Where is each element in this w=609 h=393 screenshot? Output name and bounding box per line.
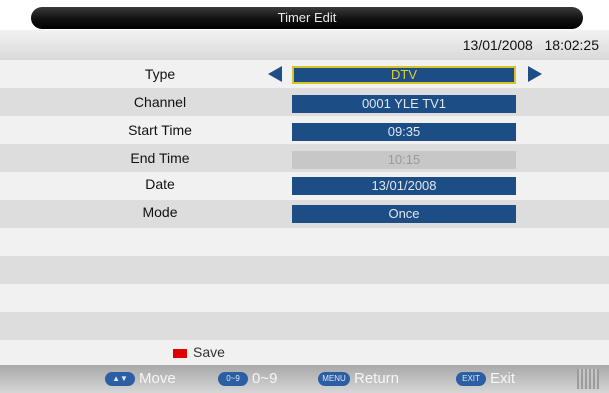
title-bar: Timer Edit bbox=[31, 7, 583, 29]
footer-decoration bbox=[0, 365, 40, 393]
exit-label: Exit bbox=[490, 370, 516, 387]
mode-field[interactable]: Once bbox=[292, 205, 516, 223]
date-label: Date bbox=[145, 176, 175, 192]
return-label: Return bbox=[354, 370, 400, 387]
channel-field[interactable]: 0001 YLE TV1 bbox=[292, 95, 516, 113]
empty-row bbox=[0, 228, 609, 256]
timer-edit-screen: Timer Edit 13/01/2008 18:02:25 Type Chan… bbox=[0, 0, 609, 393]
end-time-field: 10:15 bbox=[292, 151, 516, 169]
save-label: Save bbox=[193, 344, 225, 360]
footer-grip-icon bbox=[577, 369, 599, 389]
arrow-left-icon[interactable] bbox=[268, 66, 282, 82]
current-datetime: 13/01/2008 18:02:25 bbox=[462, 37, 599, 53]
end-time-label: End Time bbox=[130, 150, 190, 166]
empty-row bbox=[0, 340, 609, 365]
type-label: Type bbox=[144, 66, 176, 82]
empty-row bbox=[0, 284, 609, 312]
date-field[interactable]: 13/01/2008 bbox=[292, 177, 516, 195]
red-key-icon bbox=[173, 349, 187, 358]
empty-row bbox=[0, 256, 609, 284]
start-time-label: Start Time bbox=[128, 122, 192, 138]
move-label: Move bbox=[139, 370, 176, 387]
empty-row bbox=[0, 312, 609, 340]
footer-bar: ▲▼ Move 0~9 0~9 MENU Return EXIT Exit bbox=[0, 365, 609, 393]
datetime-row: 13/01/2008 18:02:25 bbox=[0, 30, 609, 60]
mode-label: Mode bbox=[142, 204, 178, 220]
menu-key-icon: MENU bbox=[318, 372, 350, 386]
type-selector[interactable]: DTV bbox=[292, 66, 516, 84]
channel-label: Channel bbox=[133, 94, 187, 110]
digits-key-icon: 0~9 bbox=[218, 372, 248, 386]
up-down-key-icon: ▲▼ bbox=[105, 372, 135, 386]
arrow-right-icon[interactable] bbox=[528, 66, 542, 82]
start-time-field[interactable]: 09:35 bbox=[292, 123, 516, 141]
page-title: Timer Edit bbox=[277, 10, 337, 25]
digits-label: 0~9 bbox=[252, 370, 278, 387]
exit-key-icon: EXIT bbox=[456, 372, 486, 386]
